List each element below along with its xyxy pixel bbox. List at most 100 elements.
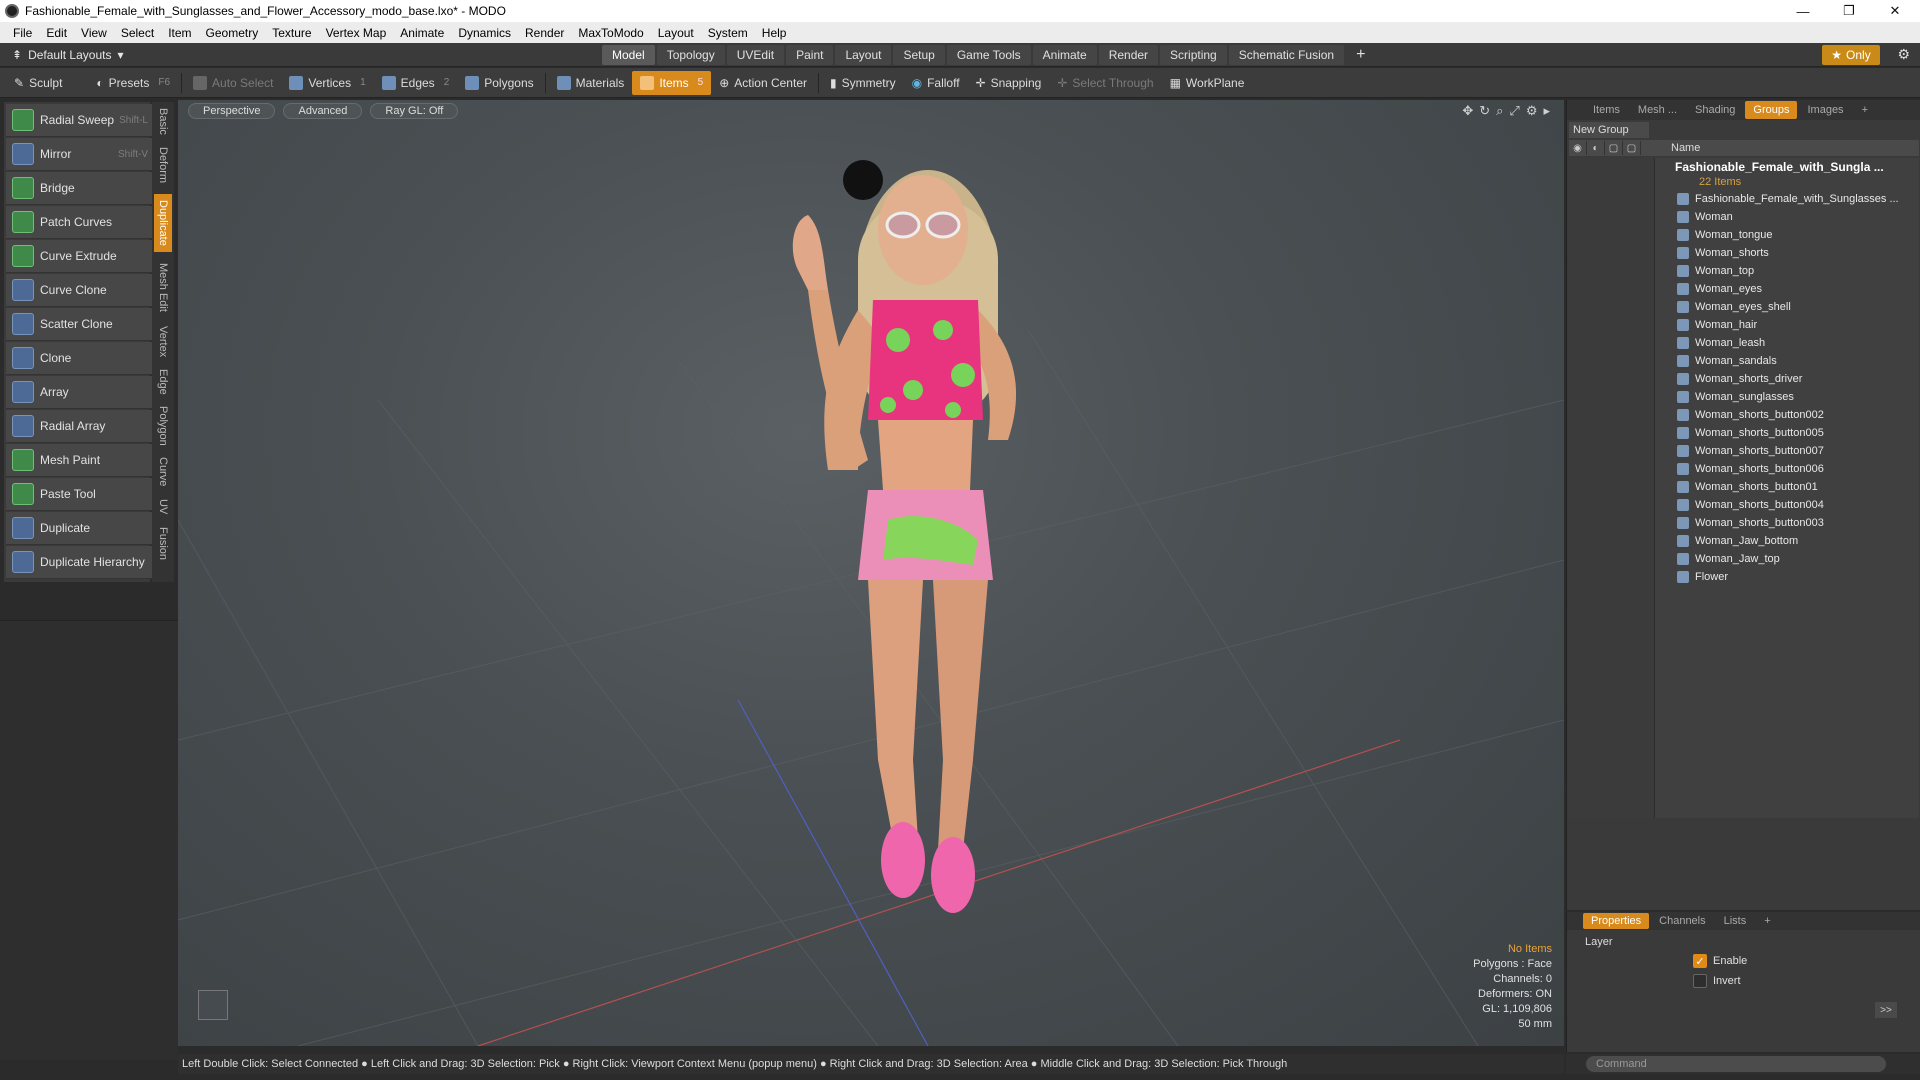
tool-radial-sweep[interactable]: Radial Sweep Shift-L (6, 104, 152, 137)
tab-game-tools[interactable]: Game Tools (946, 45, 1031, 65)
eye-icon[interactable]: ◉ (1569, 141, 1587, 155)
snapping-button[interactable]: ✛ Snapping (968, 71, 1050, 95)
tool-duplicate[interactable]: Duplicate (6, 512, 152, 545)
tool-radial-array[interactable]: Radial Array (6, 410, 152, 443)
only-button[interactable]: ★ Only (1822, 45, 1880, 65)
side-tab-polygon[interactable]: Polygon (154, 402, 172, 450)
menu-render[interactable]: Render (518, 26, 571, 40)
falloff-button[interactable]: ◉ Falloff (904, 71, 968, 95)
side-tab-curve[interactable]: Curve (154, 454, 172, 490)
tree-item[interactable]: Fashionable_Female_with_Sunglasses ... (1655, 190, 1919, 208)
3d-viewport[interactable]: Perspective Advanced Ray GL: Off ✥ ↻ ⌕ ⤢… (178, 100, 1564, 1046)
maximize-button[interactable]: ❐ (1826, 0, 1872, 22)
rotate-icon[interactable]: ↻ (1479, 103, 1490, 119)
tab-scripting[interactable]: Scripting (1160, 45, 1227, 65)
select-icon[interactable]: ▢ (1623, 141, 1641, 155)
side-tab-vertex[interactable]: Vertex (154, 322, 172, 362)
tree-item[interactable]: Woman_leash (1655, 334, 1919, 352)
items-button[interactable]: Items 5 (632, 70, 712, 95)
tree-item[interactable]: Woman_shorts_button006 (1655, 460, 1919, 478)
action-center-button[interactable]: ⊕ Action Center (711, 71, 815, 95)
play-icon[interactable]: ▸ (1543, 103, 1550, 119)
tool-paste-tool[interactable]: Paste Tool (6, 478, 152, 511)
tool-scatter-clone[interactable]: Scatter Clone (6, 308, 152, 341)
tab-items[interactable]: Items (1585, 101, 1628, 119)
tool-curve-clone[interactable]: Curve Clone (6, 274, 152, 307)
sculpt-button[interactable]: ✎ Sculpt (6, 71, 70, 95)
tool-mirror[interactable]: Mirror Shift-V (6, 138, 152, 171)
tree-item[interactable]: Woman_shorts_button005 (1655, 424, 1919, 442)
more-button[interactable]: >> (1875, 1002, 1897, 1018)
polygons-button[interactable]: Polygons (457, 71, 541, 95)
tab-render[interactable]: Render (1098, 45, 1159, 65)
enable-checkbox[interactable]: ✓ (1693, 954, 1707, 968)
tab-setup[interactable]: Setup (893, 45, 945, 65)
tree-item[interactable]: Woman (1655, 208, 1919, 226)
tool-mesh-paint[interactable]: Mesh Paint (6, 444, 152, 477)
tree-item[interactable]: Woman_Jaw_bottom (1655, 532, 1919, 550)
tab-schematic-fusion[interactable]: Schematic Fusion (1228, 45, 1345, 65)
menu-view[interactable]: View (74, 26, 114, 40)
tab-groups[interactable]: Groups (1745, 101, 1798, 119)
tree-item[interactable]: Woman_shorts (1655, 244, 1919, 262)
tab-model[interactable]: Model (602, 45, 655, 65)
side-tab-uv[interactable]: UV (154, 494, 172, 520)
side-tab-basic[interactable]: Basic (154, 104, 172, 138)
layout-preset-dropdown[interactable]: ⇞ Default Layouts ▾ (12, 48, 123, 62)
add-properties-tab-button[interactable]: + (1756, 913, 1778, 929)
add-tab-button[interactable]: + (1346, 45, 1375, 65)
side-tab-edge[interactable]: Edge (154, 366, 172, 398)
tree-item[interactable]: Woman_sunglasses (1655, 388, 1919, 406)
tree-item[interactable]: Woman_shorts_button002 (1655, 406, 1919, 424)
workplane-button[interactable]: ▦ WorkPlane (1162, 71, 1253, 95)
tree-item[interactable]: Woman_shorts_button004 (1655, 496, 1919, 514)
tree-item[interactable]: Woman_tongue (1655, 226, 1919, 244)
tree-item[interactable]: Woman_sandals (1655, 352, 1919, 370)
menu-texture[interactable]: Texture (265, 26, 318, 40)
tab-properties[interactable]: Properties (1583, 913, 1650, 929)
tool-curve-extrude[interactable]: Curve Extrude (6, 240, 152, 273)
render-icon[interactable]: ◐ (1587, 141, 1605, 155)
vertices-button[interactable]: Vertices 1 (281, 71, 373, 95)
side-tab-duplicate[interactable]: Duplicate (154, 194, 172, 252)
tab-lists[interactable]: Lists (1716, 913, 1755, 929)
tree-item[interactable]: Woman_shorts_button007 (1655, 442, 1919, 460)
tree-item[interactable]: Flower (1655, 568, 1919, 586)
tab-animate[interactable]: Animate (1032, 45, 1097, 65)
edges-button[interactable]: Edges 2 (374, 71, 458, 95)
tree-item[interactable]: Woman_shorts_button01 (1655, 478, 1919, 496)
tab-shading[interactable]: Shading (1687, 101, 1743, 119)
close-button[interactable]: ✕ (1872, 0, 1918, 22)
side-tab-mesh-edit[interactable]: Mesh Edit (154, 258, 172, 316)
tab-images[interactable]: Images (1799, 101, 1851, 119)
view-perspective-button[interactable]: Perspective (188, 103, 276, 119)
tab-uvedit[interactable]: UVEdit (726, 45, 785, 65)
menu-edit[interactable]: Edit (39, 26, 74, 40)
tab-paint[interactable]: Paint (786, 45, 834, 65)
menu-geometry[interactable]: Geometry (199, 26, 266, 40)
menu-maxtomodo[interactable]: MaxToModo (571, 26, 650, 40)
menu-animate[interactable]: Animate (393, 26, 451, 40)
gear-icon[interactable]: ⚙ (1897, 46, 1910, 63)
tree-item[interactable]: Woman_top (1655, 262, 1919, 280)
tool-array[interactable]: Array (6, 376, 152, 409)
tool-patch-curves[interactable]: Patch Curves (6, 206, 152, 239)
lock-icon[interactable]: ▢ (1605, 141, 1623, 155)
tree-item[interactable]: Woman_eyes_shell (1655, 298, 1919, 316)
new-group-button[interactable]: New Group (1569, 122, 1649, 138)
zoom-icon[interactable]: ⌕ (1496, 103, 1503, 119)
tab-topology[interactable]: Topology (656, 45, 725, 65)
shading-advanced-button[interactable]: Advanced (283, 103, 363, 119)
tree-item[interactable]: Woman_eyes (1655, 280, 1919, 298)
raygl-button[interactable]: Ray GL: Off (370, 103, 459, 119)
viewport-settings-icon[interactable]: ⚙ (1526, 103, 1538, 119)
tree-item[interactable]: Woman_hair (1655, 316, 1919, 334)
menu-select[interactable]: Select (114, 26, 161, 40)
minimize-button[interactable]: — (1780, 0, 1826, 22)
tool-duplicate-hierarchy[interactable]: Duplicate Hierarchy (6, 546, 152, 579)
menu-layout[interactable]: Layout (651, 26, 701, 40)
side-tab-fusion[interactable]: Fusion (154, 524, 172, 564)
auto-select-button[interactable]: Auto Select (185, 71, 281, 95)
tool-bridge[interactable]: Bridge (6, 172, 152, 205)
select-through-button[interactable]: ✛ Select Through (1049, 71, 1161, 95)
